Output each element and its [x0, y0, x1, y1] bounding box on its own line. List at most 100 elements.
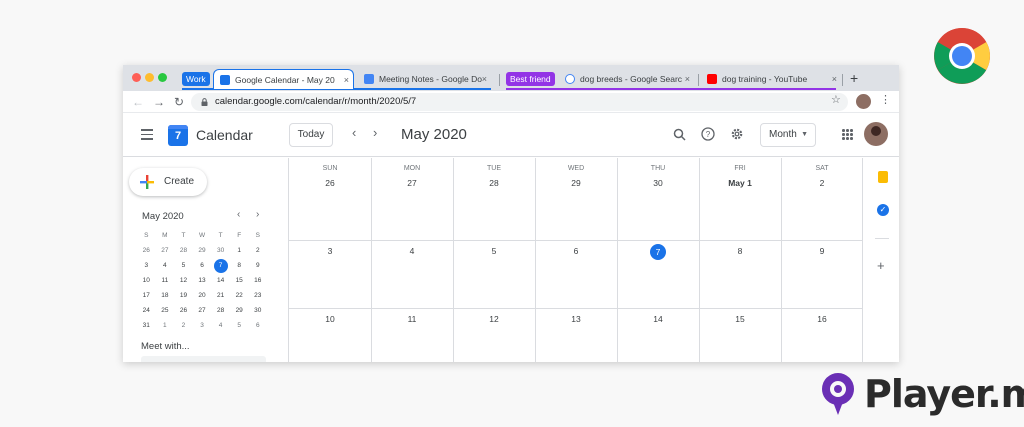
day-number[interactable]: 30 [617, 176, 699, 190]
mini-day[interactable]: 29 [230, 303, 249, 318]
tasks-icon[interactable]: ✓ [877, 204, 889, 216]
day-number[interactable]: 4 [371, 244, 453, 258]
close-tab-icon[interactable]: × [482, 74, 487, 84]
mini-day[interactable]: 10 [137, 273, 156, 288]
day-cell[interactable]: FRI May 1 [699, 158, 781, 190]
address-bar[interactable]: calendar.google.com/calendar/r/month/202… [191, 93, 848, 111]
mini-day[interactable]: 14 [211, 273, 230, 288]
day-cell[interactable]: 4 [371, 240, 453, 258]
day-number[interactable]: 16 [781, 312, 863, 326]
tab-meeting-notes[interactable]: Meeting Notes - Google Do × [358, 69, 491, 89]
meet-search-input[interactable] [141, 356, 266, 362]
mini-day[interactable]: 15 [230, 273, 249, 288]
keep-icon[interactable] [878, 171, 888, 183]
day-number[interactable]: 9 [781, 244, 863, 258]
account-avatar[interactable] [864, 122, 888, 146]
mini-day[interactable]: 1 [230, 243, 249, 258]
mini-day[interactable]: 29 [193, 243, 212, 258]
mini-day[interactable]: 22 [230, 288, 249, 303]
mini-day[interactable]: 28 [211, 303, 230, 318]
mini-day[interactable]: 12 [174, 273, 193, 288]
new-tab-button[interactable]: + [850, 70, 858, 86]
mini-day[interactable]: 7 [211, 258, 230, 273]
browser-menu-icon[interactable]: ⋮ [880, 93, 891, 106]
mini-day[interactable]: 17 [137, 288, 156, 303]
tab-group-work[interactable]: Work [182, 72, 210, 86]
day-cell[interactable]: 15 [699, 308, 781, 326]
mini-day[interactable]: 27 [156, 243, 175, 258]
close-tab-icon[interactable]: × [832, 74, 837, 84]
day-number[interactable]: 13 [535, 312, 617, 326]
mini-day[interactable]: 4 [156, 258, 175, 273]
mini-day[interactable]: 2 [248, 243, 267, 258]
day-cell[interactable]: 16 [781, 308, 863, 326]
tab-dog-breeds[interactable]: dog breeds - Google Searc × [559, 69, 694, 89]
day-number[interactable]: 12 [453, 312, 535, 326]
search-icon[interactable] [673, 128, 686, 141]
day-number[interactable]: May 1 [699, 176, 781, 190]
main-menu-icon[interactable] [141, 129, 153, 140]
day-number[interactable]: 14 [617, 312, 699, 326]
mini-day[interactable]: 3 [137, 258, 156, 273]
day-number[interactable]: 26 [289, 176, 371, 190]
mini-day[interactable]: 4 [211, 318, 230, 333]
day-cell[interactable]: TUE 28 [453, 158, 535, 190]
day-cell[interactable]: 6 [535, 240, 617, 258]
day-number[interactable]: 11 [371, 312, 453, 326]
view-selector[interactable]: Month ▼ [760, 123, 816, 147]
day-cell[interactable]: 13 [535, 308, 617, 326]
tab-google-calendar[interactable]: Google Calendar - May 20 × [213, 69, 354, 89]
day-cell[interactable]: 12 [453, 308, 535, 326]
mini-day[interactable]: 27 [193, 303, 212, 318]
day-number[interactable]: 27 [371, 176, 453, 190]
close-tab-icon[interactable]: × [685, 74, 690, 84]
reload-icon[interactable]: ↻ [174, 94, 184, 110]
mini-day[interactable]: 19 [174, 288, 193, 303]
mini-day[interactable]: 18 [156, 288, 175, 303]
close-tab-icon[interactable]: × [344, 75, 349, 85]
mini-day[interactable]: 20 [193, 288, 212, 303]
day-number[interactable]: 5 [453, 244, 535, 258]
mini-day[interactable]: 2 [174, 318, 193, 333]
day-cell[interactable]: 14 [617, 308, 699, 326]
mini-day[interactable]: 11 [156, 273, 175, 288]
mini-day[interactable]: 5 [174, 258, 193, 273]
day-cell[interactable]: MON 27 [371, 158, 453, 190]
settings-gear-icon[interactable] [730, 127, 744, 141]
mini-day[interactable]: 25 [156, 303, 175, 318]
day-number[interactable]: 15 [699, 312, 781, 326]
day-cell[interactable]: 8 [699, 240, 781, 258]
create-button[interactable]: Create [129, 168, 207, 196]
add-addon-icon[interactable]: + [877, 258, 885, 273]
mini-day[interactable]: 24 [137, 303, 156, 318]
day-number[interactable]: 29 [535, 176, 617, 190]
mini-day[interactable]: 9 [248, 258, 267, 273]
browser-profile-avatar[interactable] [856, 94, 871, 109]
mini-day[interactable]: 26 [174, 303, 193, 318]
mini-day[interactable]: 6 [193, 258, 212, 273]
day-number[interactable]: 2 [781, 176, 863, 190]
mini-next-icon[interactable]: › [256, 209, 259, 220]
day-cell[interactable]: WED 29 [535, 158, 617, 190]
minimize-window-button[interactable] [145, 73, 154, 82]
mini-day[interactable]: 30 [211, 243, 230, 258]
mini-day[interactable]: 6 [248, 318, 267, 333]
mini-day[interactable]: 28 [174, 243, 193, 258]
day-cell[interactable]: 11 [371, 308, 453, 326]
day-number[interactable]: 7 [617, 244, 699, 260]
day-cell[interactable]: 10 [289, 308, 371, 326]
day-cell[interactable]: 5 [453, 240, 535, 258]
mini-day[interactable]: 1 [156, 318, 175, 333]
close-window-button[interactable] [132, 73, 141, 82]
help-icon[interactable]: ? [701, 127, 715, 141]
today-button[interactable]: Today [289, 123, 333, 147]
forward-arrow-icon[interactable]: → [153, 94, 165, 110]
mini-day[interactable]: 26 [137, 243, 156, 258]
day-number[interactable]: 28 [453, 176, 535, 190]
mini-day[interactable]: 30 [248, 303, 267, 318]
tab-dog-training[interactable]: dog training - YouTube × [701, 69, 841, 89]
maximize-window-button[interactable] [158, 73, 167, 82]
day-cell[interactable]: 9 [781, 240, 863, 258]
next-month-icon[interactable]: › [373, 125, 377, 140]
day-cell[interactable]: 3 [289, 240, 371, 258]
